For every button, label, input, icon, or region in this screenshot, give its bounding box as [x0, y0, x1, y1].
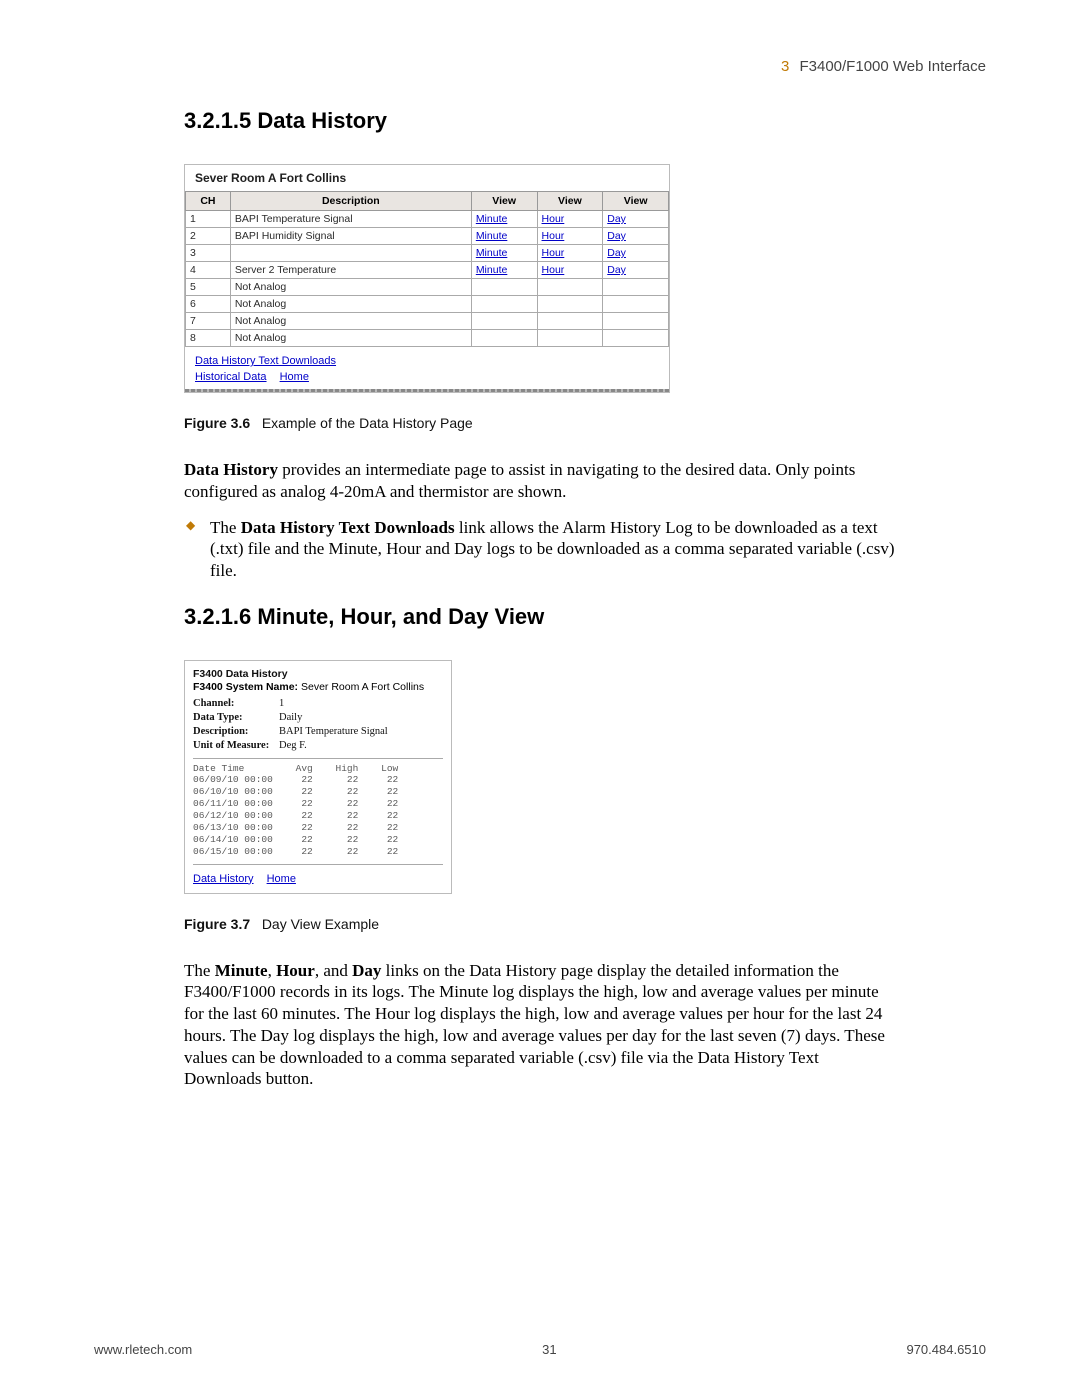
link-home[interactable]: Home: [280, 371, 309, 383]
table-row: 4Server 2 TemperatureMinuteHourDay: [186, 262, 669, 279]
link-data-history[interactable]: Data History: [193, 873, 254, 885]
chapter-title: F3400/F1000 Web Interface: [799, 58, 986, 75]
bullet-downloads: The Data History Text Downloads link all…: [206, 517, 896, 582]
data-history-table: CH Description View View View 1BAPI Temp…: [185, 191, 669, 347]
cell-ch: 4: [186, 262, 231, 279]
cell-view: [603, 296, 669, 313]
cell-ch: 8: [186, 330, 231, 347]
cell-view: [471, 313, 537, 330]
cell-view: [471, 296, 537, 313]
cell-ch: 2: [186, 228, 231, 245]
footer-page: 31: [542, 1342, 556, 1357]
para-data-history-intro: Data History provides an intermediate pa…: [184, 459, 896, 503]
cell-view: [471, 279, 537, 296]
cell-view[interactable]: Minute: [471, 211, 537, 228]
cell-view: [537, 313, 603, 330]
figure-day-view: F3400 Data History F3400 System Name: Se…: [184, 660, 452, 894]
section-heading-minute-hour-day: 3.2.1.6 Minute, Hour, and Day View: [184, 604, 896, 630]
cell-ch: 7: [186, 313, 231, 330]
cell-view[interactable]: Hour: [537, 245, 603, 262]
figure-caption-3-6: Figure 3.6 Example of the Data History P…: [184, 415, 896, 431]
table-row: 3 MinuteHourDay: [186, 245, 669, 262]
kv-key: Description:: [193, 725, 279, 739]
section-heading-data-history: 3.2.1.5 Data History: [184, 108, 896, 134]
cell-desc: BAPI Temperature Signal: [230, 211, 471, 228]
table-row: 5Not Analog: [186, 279, 669, 296]
table-row: 7Not Analog: [186, 313, 669, 330]
figure-border-decoration: [185, 389, 669, 392]
cell-desc: Not Analog: [230, 279, 471, 296]
col-view1: View: [471, 192, 537, 211]
footer-url: www.rletech.com: [94, 1342, 192, 1357]
cell-ch: 6: [186, 296, 231, 313]
cell-desc: Not Analog: [230, 313, 471, 330]
cell-desc: Not Analog: [230, 296, 471, 313]
kv-key: Unit of Measure:: [193, 739, 279, 753]
cell-view: [537, 296, 603, 313]
kv-value: Daily: [279, 712, 302, 723]
f2-sysname-value: Sever Room A Fort Collins: [301, 681, 424, 693]
kv-key: Data Type:: [193, 711, 279, 725]
kv-key: Channel:: [193, 697, 279, 711]
link-home-2[interactable]: Home: [267, 873, 296, 885]
kv-row: Channel:1: [193, 697, 443, 711]
f2-title: F3400 Data History: [193, 668, 288, 680]
figure-room-title: Sever Room A Fort Collins: [185, 165, 669, 191]
cell-view[interactable]: Day: [603, 211, 669, 228]
cell-desc: BAPI Humidity Signal: [230, 228, 471, 245]
kv-value: Deg F.: [279, 740, 307, 751]
kv-row: Unit of Measure:Deg F.: [193, 739, 443, 753]
cell-view[interactable]: Day: [603, 245, 669, 262]
cell-view: [537, 279, 603, 296]
link-data-history-text-downloads[interactable]: Data History Text Downloads: [195, 355, 336, 367]
cell-view: [603, 279, 669, 296]
cell-view: [537, 330, 603, 347]
footer-phone: 970.484.6510: [906, 1342, 986, 1357]
kv-value: 1: [279, 698, 284, 709]
cell-desc: Server 2 Temperature: [230, 262, 471, 279]
table-row: 6Not Analog: [186, 296, 669, 313]
para-minute-hour-day: The Minute, Hour, and Day links on the D…: [184, 960, 896, 1091]
table-row: 1BAPI Temperature SignalMinuteHourDay: [186, 211, 669, 228]
cell-view[interactable]: Minute: [471, 228, 537, 245]
f2-sysname-label: F3400 System Name:: [193, 681, 298, 693]
cell-desc: [230, 245, 471, 262]
breadcrumb: 3 F3400/F1000 Web Interface: [781, 58, 986, 75]
col-ch: CH: [186, 192, 231, 211]
col-view2: View: [537, 192, 603, 211]
cell-ch: 5: [186, 279, 231, 296]
cell-view[interactable]: Day: [603, 262, 669, 279]
cell-view[interactable]: Minute: [471, 262, 537, 279]
cell-view: [603, 330, 669, 347]
col-view3: View: [603, 192, 669, 211]
cell-view[interactable]: Hour: [537, 228, 603, 245]
table-row: 2BAPI Humidity SignalMinuteHourDay: [186, 228, 669, 245]
cell-ch: 3: [186, 245, 231, 262]
cell-view[interactable]: Hour: [537, 262, 603, 279]
kv-row: Data Type:Daily: [193, 711, 443, 725]
log-data-block: Date Time Avg High Low 06/09/10 00:00 22…: [193, 763, 443, 858]
page-footer: www.rletech.com 31 970.484.6510: [94, 1342, 986, 1357]
cell-ch: 1: [186, 211, 231, 228]
kv-value: BAPI Temperature Signal: [279, 726, 388, 737]
cell-view[interactable]: Day: [603, 228, 669, 245]
figure-caption-3-7: Figure 3.7 Day View Example: [184, 916, 896, 932]
link-historical-data[interactable]: Historical Data: [195, 371, 267, 383]
figure-data-history: Sever Room A Fort Collins CH Description…: [184, 164, 670, 393]
col-desc: Description: [230, 192, 471, 211]
table-row: 8Not Analog: [186, 330, 669, 347]
cell-view[interactable]: Minute: [471, 245, 537, 262]
cell-desc: Not Analog: [230, 330, 471, 347]
cell-view: [471, 330, 537, 347]
chapter-number: 3: [781, 58, 789, 75]
kv-row: Description:BAPI Temperature Signal: [193, 725, 443, 739]
cell-view: [603, 313, 669, 330]
cell-view[interactable]: Hour: [537, 211, 603, 228]
